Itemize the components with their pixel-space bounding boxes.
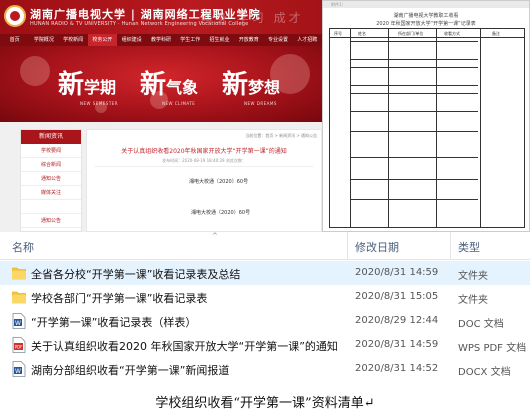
sidebar-title: 新闻资讯 <box>21 130 81 144</box>
university-logo-icon <box>4 5 26 27</box>
site-slogan: 修身 学习 成才 <box>200 11 304 25</box>
sidebar: 新闻资讯 学校要闻 综合新闻 通知公告 媒体关注 通知公告 <box>20 129 82 232</box>
site-nav: 首页 学院概况 学校新闻 校务公开 组织建设 教学科研 学生工作 招生就业 开放教育 专业设置 人才… <box>0 34 322 46</box>
file-row[interactable]: W “开学第一课”收看记录表（样表） 2020/8/29 12:44 DOC 文档 <box>0 309 530 333</box>
form-header-strip <box>323 1 529 8</box>
column-divider[interactable] <box>347 232 348 260</box>
banner-word-big: 新 <box>222 70 249 100</box>
file-type: DOC 文档 <box>458 319 504 330</box>
file-row[interactable]: W 湖南分部组织收看“开学第一课”新闻报道 2020/8/31 14:52 DOCX … <box>0 357 530 381</box>
record-form-document: 附件1： 湖南广播电视大学教职工收看 2020 年秋国家开放大学“开学第一课”记… <box>322 0 530 232</box>
form-subtitle: 2020 年秋国家开放大学“开学第一课”记录表 <box>376 21 476 27</box>
nav-item[interactable]: 开放教育 <box>234 34 263 46</box>
website-screenshot: 湖南广播电视大学 | 湖南网络工程职业学院 HUNAN RADIO & TV U… <box>0 0 322 232</box>
banner-subtitle: NEW CLIMATE <box>162 101 196 106</box>
article-title: 关于认真组织收看2020年秋国家开放大学“开学第一课”的通知 <box>121 148 287 155</box>
banner-subtitle: NEW SEMESTER <box>80 101 119 106</box>
sidebar-item[interactable]: 学校要闻 <box>21 144 81 158</box>
column-header-modified[interactable]: 修改日期 <box>355 239 399 255</box>
breadcrumb[interactable]: 当前位置：首页 > 新闻资讯 > 通知公告 <box>245 133 317 139</box>
file-name[interactable]: “开学第一课”收看记录表（样表） <box>31 314 196 330</box>
file-name[interactable]: 关于认真组织收看2020 年秋国家开放大学“开学第一课”的通知 <box>31 338 338 354</box>
form-column-label: 备注 <box>492 31 500 36</box>
article: 当前位置：首页 > 新闻资讯 > 通知公告 关于认真组织收看2020年秋国家开放… <box>86 129 322 232</box>
nav-item[interactable]: 组织建设 <box>117 34 146 46</box>
nav-item[interactable]: 校务公开 <box>87 34 118 46</box>
site-body: 新闻资讯 学校要闻 综合新闻 通知公告 媒体关注 通知公告 当前位置：首页 > 新闻资讯… <box>0 122 322 232</box>
svg-text:W: W <box>15 320 21 327</box>
banner-word-small: 梦想 <box>248 78 281 97</box>
sidebar-item[interactable]: 通知公告 <box>21 214 81 228</box>
sidebar-item[interactable]: 综合新闻 <box>21 158 81 172</box>
nav-item[interactable]: 招生就业 <box>205 34 234 46</box>
article-meta: 发布时间：2020-08-19 18:40:29 浏览次数： <box>162 158 246 163</box>
banner-word: 新学期 <box>58 64 116 101</box>
banner-subtitle: NEW DREAMS <box>244 101 277 106</box>
sort-up-icon: ^ <box>212 232 218 240</box>
site-header: 湖南广播电视大学 | 湖南网络工程职业学院 HUNAN RADIO & TV U… <box>0 0 322 34</box>
banner-word: 新气象 <box>140 64 198 101</box>
column-header-name[interactable]: 名称 <box>12 239 34 255</box>
form-title: 湖南广播电视大学教职工收看 <box>393 13 459 19</box>
sidebar-item[interactable]: 媒体关注 <box>21 186 81 200</box>
form-column-label: 收看方式 <box>444 31 460 36</box>
file-name[interactable]: 湖南分部组织收看“开学第一课”新闻报道 <box>31 362 229 378</box>
file-type: DOCX 文档 <box>458 367 511 378</box>
sidebar-item[interactable] <box>21 200 81 214</box>
file-name[interactable]: 学校各部门“开学第一课”收看记录表 <box>31 290 207 306</box>
file-row[interactable]: 全省各分校“开学第一课”收看记录表及总结 2020/8/31 14:59 文件夹 <box>0 261 530 285</box>
sidebar-item[interactable]: 通知公告 <box>21 172 81 186</box>
figure-caption: 学校组织收看“开学第一课”资料清单↵ <box>155 396 375 411</box>
banner-word-big: 新 <box>58 70 85 100</box>
form-column-label: 序号 <box>334 31 342 36</box>
nav-item[interactable]: 教学科研 <box>146 34 175 46</box>
nav-item[interactable]: 首页 <box>0 34 29 46</box>
document-number: 湘电大校通〔2020〕60号 <box>189 179 249 185</box>
document-number-attachment: 湘电大校通（2020）60号 <box>191 210 251 216</box>
article-divider <box>95 166 313 167</box>
folder-icon <box>11 265 27 281</box>
file-type: 文件夹 <box>458 271 488 282</box>
column-header-type[interactable]: 类型 <box>458 239 480 255</box>
form-column-label: 所在部门/单位 <box>398 31 424 36</box>
nav-item[interactable]: 学生工作 <box>176 34 205 46</box>
file-modified-date: 2020/8/31 15:05 <box>355 291 439 302</box>
nav-item[interactable]: 学校新闻 <box>59 34 88 46</box>
file-modified-date: 2020/8/31 14:59 <box>355 339 439 350</box>
explorer-header: ^ 名称 修改日期 类型 <box>0 232 530 260</box>
file-type: 文件夹 <box>458 295 488 306</box>
file-name[interactable]: 全省各分校“开学第一课”收看记录表及总结 <box>31 266 240 282</box>
nav-item[interactable]: 学院概况 <box>29 34 58 46</box>
docx-icon: W <box>12 361 26 377</box>
form-column-label: 姓名 <box>358 31 366 36</box>
file-modified-date: 2020/8/31 14:52 <box>355 363 439 374</box>
folder-icon <box>11 289 27 305</box>
svg-text:W: W <box>15 368 21 375</box>
file-explorer: ^ 名称 修改日期 类型 全省各分校“开学第一课”收看记录表及总结 2020/8/… <box>0 232 530 390</box>
banner-word-big: 新 <box>140 70 167 100</box>
nav-item[interactable]: 人才招聘 <box>293 34 322 46</box>
column-divider[interactable] <box>450 232 451 260</box>
doc-icon: W <box>12 313 26 329</box>
site-banner: 新学期 NEW SEMESTER 新气象 NEW CLIMATE 新梦想 NEW DREA… <box>0 46 322 122</box>
form-table: 序号 姓名 所在部门/单位 收看方式 备注 <box>329 28 525 228</box>
nav-item[interactable]: 专业设置 <box>263 34 292 46</box>
file-row[interactable]: 学校各部门“开学第一课”收看记录表 2020/8/31 15:05 文件夹 <box>0 285 530 309</box>
banner-word-small: 学期 <box>84 78 117 97</box>
file-type: WPS PDF 文档 <box>458 343 527 354</box>
banner-word-small: 气象 <box>166 78 199 97</box>
file-modified-date: 2020/8/31 14:59 <box>355 267 439 278</box>
banner-word: 新梦想 <box>222 64 280 101</box>
form-attachment-label: 附件1： <box>331 2 346 7</box>
pdf-icon: PDF <box>12 337 26 353</box>
file-row[interactable]: PDF 关于认真组织收看2020 年秋国家开放大学“开学第一课”的通知 2020/8… <box>0 333 530 357</box>
file-modified-date: 2020/8/29 12:44 <box>355 315 439 326</box>
svg-text:PDF: PDF <box>15 345 23 350</box>
